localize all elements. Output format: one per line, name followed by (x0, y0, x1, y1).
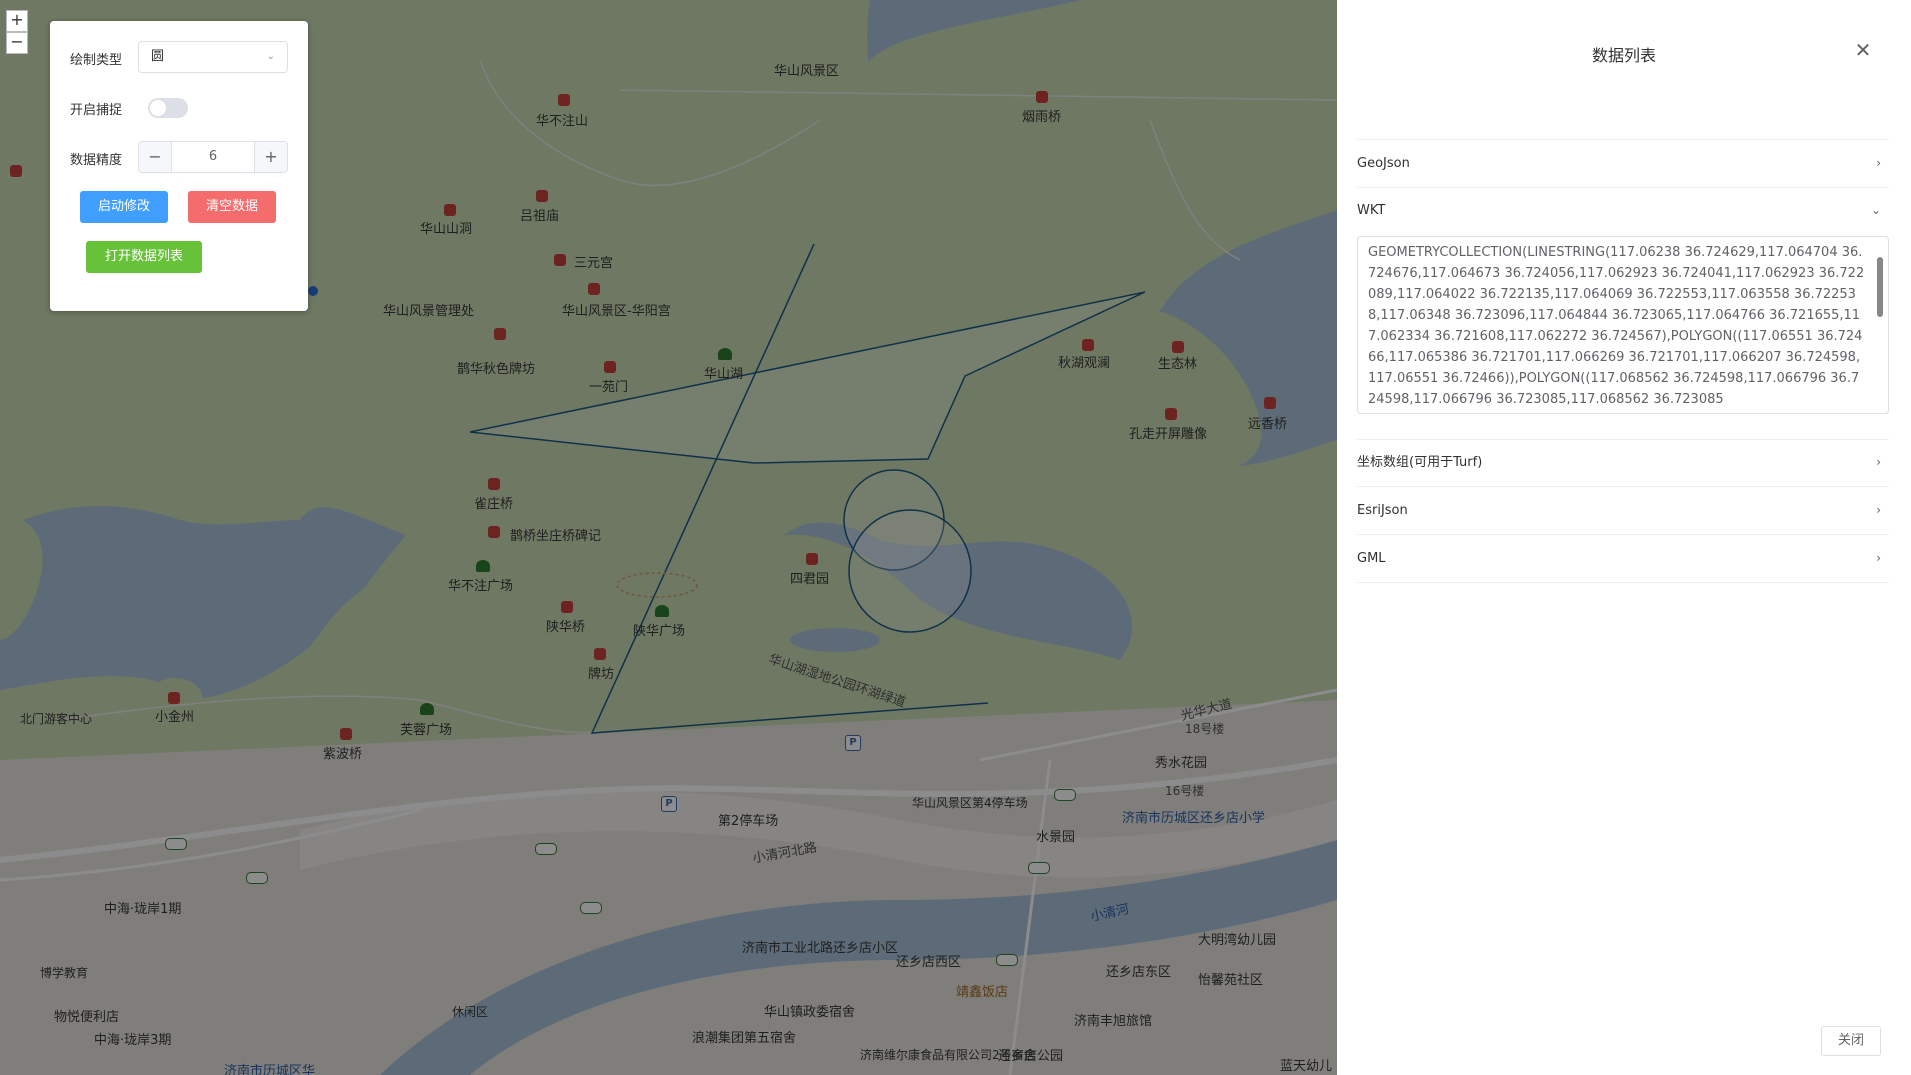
open-data-list-button[interactable]: 打开数据列表 (86, 241, 202, 273)
chevron-right-icon: › (1876, 455, 1881, 469)
control-panel: 绘制类型 圆 ⌄ 开启捕捉 数据精度 − 6 + 启动修改 清空数据 打开数据列… (50, 21, 308, 311)
collapse-item-gml[interactable]: GML › (1357, 535, 1889, 583)
zoom-out-button[interactable]: − (6, 32, 28, 54)
wkt-text: GEOMETRYCOLLECTION(LINESTRING(117.06238 … (1368, 245, 1865, 407)
data-list-drawer: 数据列表 ✕ GeoJson › WKT ⌄ GEOMETRYCOLLECTION(… (1337, 0, 1911, 1075)
chevron-right-icon: › (1876, 503, 1881, 517)
collapse-item-coordinates[interactable]: 坐标数组(可用于Turf) › (1357, 439, 1889, 487)
close-icon[interactable]: ✕ (1853, 40, 1873, 60)
precision-input[interactable]: 6 (171, 142, 255, 172)
collapse-item-esrijson[interactable]: EsriJson › (1357, 487, 1889, 535)
chevron-down-icon: ⌄ (1870, 203, 1881, 217)
drawer-title: 数据列表 (1591, 46, 1656, 65)
chevron-right-icon: › (1876, 551, 1881, 565)
snap-label: 开启捕捉 (70, 103, 123, 118)
draw-type-value: 圆 (151, 49, 165, 64)
wkt-textarea[interactable]: GEOMETRYCOLLECTION(LINESTRING(117.06238 … (1357, 236, 1889, 414)
draw-type-label: 绘制类型 (70, 53, 123, 68)
collapse-label: GeoJson (1357, 156, 1410, 171)
increase-button[interactable]: + (254, 142, 287, 172)
collapse-label: 坐标数组(可用于Turf) (1357, 455, 1483, 470)
collapse-label: WKT (1357, 203, 1386, 218)
precision-label: 数据精度 (70, 153, 123, 168)
collapse-item-geojson[interactable]: GeoJson › (1357, 139, 1889, 188)
start-edit-button[interactable]: 启动修改 (80, 191, 168, 223)
chevron-down-icon: ⌄ (266, 51, 275, 62)
decrease-button[interactable]: − (139, 142, 172, 172)
chevron-right-icon: › (1876, 156, 1881, 170)
zoom-in-button[interactable]: + (6, 10, 28, 32)
draw-type-select[interactable]: 圆 ⌄ (138, 41, 288, 73)
close-button[interactable]: 关闭 (1821, 1026, 1881, 1056)
scrollbar[interactable] (1876, 245, 1884, 405)
collapse-label: GML (1357, 551, 1386, 566)
toggle-knob (150, 100, 166, 116)
collapse-label: EsriJson (1357, 503, 1408, 518)
scrollbar-thumb[interactable] (1877, 257, 1883, 317)
snap-toggle[interactable] (148, 98, 188, 118)
precision-stepper: − 6 + (138, 141, 288, 173)
clear-data-button[interactable]: 清空数据 (188, 191, 276, 223)
map-canvas[interactable]: P P 华山风景区 华不注山 华山山洞 吕祖庙 三元宫 华山风景区-华阳宫 华山… (0, 0, 1337, 1075)
